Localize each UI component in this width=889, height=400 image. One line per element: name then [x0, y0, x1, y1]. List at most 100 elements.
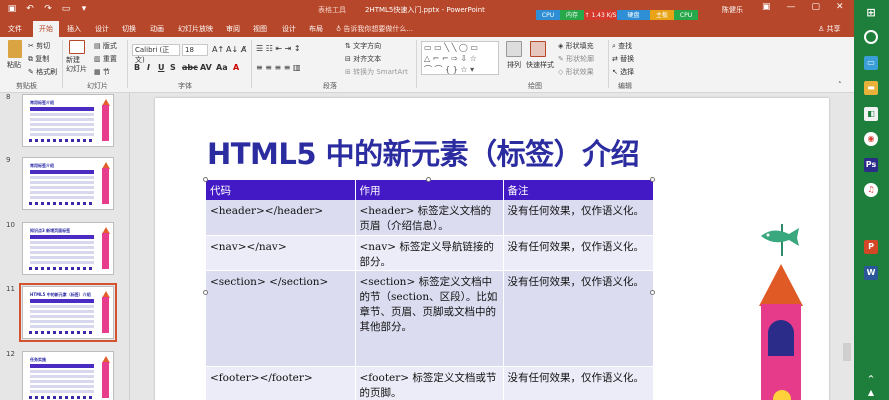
slide-thumbnail[interactable]: 常用标签介绍	[22, 94, 114, 147]
paste-button[interactable]: 粘贴	[7, 60, 21, 70]
chrome-icon[interactable]: ◉	[864, 132, 878, 146]
tab-file[interactable]: 文件	[8, 24, 22, 34]
table-header-cell[interactable]: 代码	[206, 180, 356, 200]
tab-table-layout[interactable]: 布局	[309, 24, 323, 34]
table-header-cell[interactable]: 备注	[503, 180, 654, 200]
ribbon-display-icon[interactable]: ▣	[762, 2, 771, 12]
arrange-button[interactable]: 排列	[507, 60, 521, 70]
shape-effects-button[interactable]: ◇ 形状效果	[558, 67, 594, 77]
tab-animations[interactable]: 动画	[150, 24, 164, 34]
change-case-icon[interactable]: Aa	[216, 63, 228, 72]
table-cell[interactable]: 没有任何效果，仅作语义化。	[503, 200, 654, 236]
replace-button[interactable]: ⇄ 替换	[612, 54, 634, 64]
start-presentation-icon[interactable]: ▭	[60, 3, 72, 15]
powerpoint-taskbar-icon[interactable]: P	[864, 240, 878, 254]
new-slide-button[interactable]: 新建 幻灯片	[66, 56, 87, 74]
reset-button[interactable]: ▥ 重置	[94, 54, 117, 64]
windows-start-icon[interactable]: ⊞	[864, 6, 878, 20]
font-size-select[interactable]: 18	[182, 44, 208, 56]
minimize-icon[interactable]: —	[787, 2, 796, 12]
resize-handle[interactable]	[650, 290, 655, 295]
redo-icon[interactable]: ↷	[42, 3, 54, 15]
table-cell[interactable]: <nav></nav>	[206, 235, 356, 271]
select-button[interactable]: ↖ 选择	[612, 67, 634, 77]
undo-icon[interactable]: ↶	[24, 3, 36, 15]
content-table[interactable]: 代码 作用 备注 <header></header> <header> 标签定义…	[206, 180, 654, 400]
word-taskbar-icon[interactable]: W	[864, 266, 878, 280]
table-cell[interactable]: 没有任何效果，仅作语义化。	[503, 235, 654, 271]
cut-button[interactable]: ✂ 剪切	[28, 41, 50, 51]
table-cell[interactable]: <nav> 标签定义导航链接的部分。	[355, 235, 504, 271]
font-name-select[interactable]: Calibri (正文)	[132, 44, 180, 64]
underline-icon[interactable]: U	[158, 63, 165, 72]
table-cell[interactable]: 没有任何效果，仅作语义化。	[503, 366, 654, 400]
italic-icon[interactable]: I	[147, 63, 150, 72]
thumbnail-scrollbar[interactable]	[117, 95, 123, 395]
slide-thumbnail[interactable]: 常用标签介绍	[22, 157, 114, 210]
clear-format-icon[interactable]: A̸	[241, 45, 246, 54]
file-explorer-icon[interactable]: ▬	[864, 81, 878, 95]
text-direction-button[interactable]: ⇅ 文字方向	[345, 41, 381, 51]
increase-font-icon[interactable]: A↑	[212, 45, 224, 54]
table-header-cell[interactable]: 作用	[355, 180, 504, 200]
layout-button[interactable]: ▤ 版式	[94, 41, 117, 51]
resize-handle[interactable]	[203, 290, 208, 295]
table-cell[interactable]: <section> 标签定义文档中的节（section、区段）。比如章节、页眉、…	[355, 270, 504, 367]
tab-design[interactable]: 设计	[95, 24, 109, 34]
user-name[interactable]: 陈健乐	[722, 5, 743, 15]
tray-chevron-icon[interactable]: ^	[864, 372, 878, 386]
quick-styles-button[interactable]: 快速样式	[526, 60, 554, 70]
table-cell[interactable]: <header></header>	[206, 200, 356, 236]
resize-handle[interactable]	[426, 177, 431, 182]
resize-handle[interactable]	[650, 177, 655, 182]
bullets-icon[interactable]: ☰ ☷ ⇤ ⇥ ↕	[256, 44, 301, 53]
store-icon[interactable]: ◧	[864, 107, 878, 121]
collapse-ribbon-icon[interactable]: ˄	[838, 81, 842, 89]
tab-view[interactable]: 视图	[253, 24, 267, 34]
slide-thumbnail[interactable]: 知识点3 新增页面标签	[22, 222, 114, 275]
copy-button[interactable]: ⧉ 复制	[28, 54, 49, 64]
table-cell[interactable]: <footer></footer>	[206, 366, 356, 400]
close-icon[interactable]: ✕	[836, 2, 844, 12]
tab-slideshow[interactable]: 幻灯片放映	[178, 24, 213, 34]
smartart-button[interactable]: ⊞ 转换为 SmartArt	[345, 67, 408, 77]
maximize-icon[interactable]: ▢	[812, 2, 821, 12]
section-button[interactable]: ▦ 节	[94, 67, 110, 77]
find-button[interactable]: ⌕ 查找	[612, 41, 632, 51]
decrease-font-icon[interactable]: A↓	[226, 45, 238, 54]
align-icons[interactable]: ≡ ≡ ≡ ≡ ▥	[256, 63, 301, 72]
format-painter-button[interactable]: ✎ 格式刷	[28, 67, 57, 77]
cortana-icon[interactable]	[864, 30, 878, 44]
arrange-icon[interactable]	[506, 41, 522, 57]
network-icon[interactable]: ▲	[864, 388, 878, 398]
char-spacing-icon[interactable]: AV	[200, 63, 212, 72]
shape-outline-button[interactable]: ✎ 形状轮廓	[558, 54, 594, 64]
shape-fill-button[interactable]: ◈ 形状填充	[558, 41, 594, 51]
save-icon[interactable]: ▣	[6, 3, 18, 15]
table-cell[interactable]: <header> 标签定义文档的页眉（介绍信息）。	[355, 200, 504, 236]
tell-me-search[interactable]: ♁ 告诉我你想要做什么...	[336, 24, 413, 34]
align-text-button[interactable]: ⊟ 对齐文本	[345, 54, 381, 64]
tab-transitions[interactable]: 切换	[122, 24, 136, 34]
netease-music-icon[interactable]: ♫	[864, 183, 878, 197]
editor-scrollbar-thumb[interactable]	[843, 343, 851, 361]
share-button[interactable]: ♙ 共享	[818, 24, 841, 34]
bold-icon[interactable]: B	[134, 63, 140, 72]
slide-title[interactable]: HTML5 中的新元素（标签）介绍	[207, 131, 640, 173]
paste-icon[interactable]	[8, 40, 22, 58]
resize-handle[interactable]	[203, 177, 208, 182]
slide-thumbnail[interactable]: 任务实施	[22, 351, 114, 400]
font-color-icon[interactable]: A	[233, 63, 239, 72]
task-view-icon[interactable]: ▭	[864, 56, 878, 70]
quick-styles-icon[interactable]	[530, 41, 546, 57]
photoshop-icon[interactable]: Ps	[864, 158, 878, 172]
table-cell[interactable]: <section> </section>	[206, 270, 356, 367]
tab-review[interactable]: 审阅	[226, 24, 240, 34]
shapes-gallery[interactable]: ▭ ▭ ╲ ╲ ◯ ▭ △ ⌐ ⌐ ⇨ ⇩ ☆ ⌒ ⌒ { } ☆ ▾	[421, 41, 499, 75]
new-slide-icon[interactable]	[69, 40, 85, 54]
table-cell[interactable]: <footer> 标签定义文档或节的页脚。	[355, 366, 504, 400]
tab-table-design[interactable]: 设计	[282, 24, 296, 34]
slide-thumbnail[interactable]: HTML5 中的新元素（标签）介绍	[19, 283, 117, 342]
strikethrough-icon[interactable]: abc	[182, 63, 198, 72]
table-cell[interactable]: 没有任何效果，仅作语义化。	[503, 270, 654, 367]
